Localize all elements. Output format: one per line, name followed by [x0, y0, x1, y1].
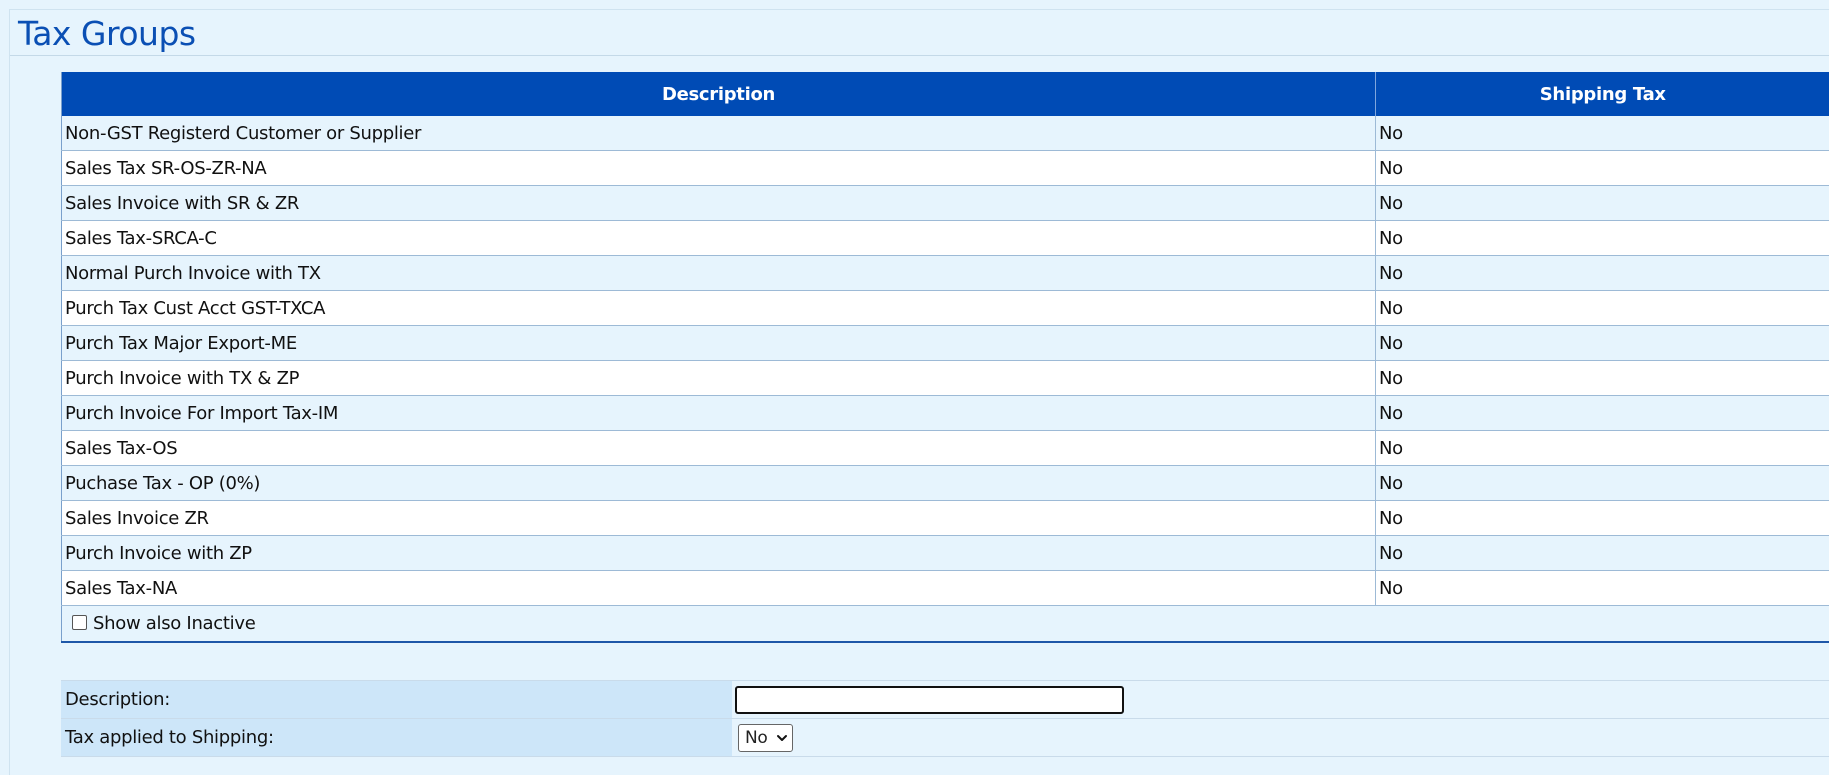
table-row[interactable]: Sales Tax SR-OS-ZR-NA No — [61, 150, 1829, 186]
row-description-cell[interactable]: Purch Tax Cust Acct GST-TXCA — [61, 290, 1376, 326]
row-description-cell[interactable]: Purch Invoice For Import Tax-IM — [61, 395, 1376, 431]
column-header-shipping-tax[interactable]: Shipping Tax — [1375, 72, 1829, 116]
row-shipping-tax-cell: No — [1375, 465, 1829, 501]
table-row[interactable]: Puchase Tax - OP (0%) No — [61, 465, 1829, 501]
table-row[interactable]: Purch Invoice For Import Tax-IM No — [61, 395, 1829, 431]
show-inactive-checkbox[interactable] — [72, 615, 87, 630]
table-row[interactable]: Sales Tax-OS No — [61, 430, 1829, 466]
row-description-cell[interactable]: Sales Tax-NA — [61, 570, 1376, 606]
table-row[interactable]: Purch Tax Cust Acct GST-TXCA No — [61, 290, 1829, 326]
table-row[interactable]: Purch Invoice with TX & ZP No — [61, 360, 1829, 396]
table-header-row: Description Shipping Tax — [61, 72, 1829, 116]
table-row[interactable]: Sales Invoice ZR No — [61, 500, 1829, 536]
table-footer-row: Show also Inactive — [61, 605, 1829, 643]
table-row[interactable]: Sales Tax-SRCA-C No — [61, 220, 1829, 256]
row-description-cell[interactable]: Puchase Tax - OP (0%) — [61, 465, 1376, 501]
row-shipping-tax-cell: No — [1375, 255, 1829, 291]
table-row[interactable]: Non-GST Registerd Customer or Supplier No — [61, 116, 1829, 151]
table-row[interactable]: Purch Tax Major Export-ME No — [61, 325, 1829, 361]
page: Tax Groups Description Shipping Tax Non-… — [0, 0, 1829, 775]
show-inactive-cell: Show also Inactive — [61, 605, 1829, 643]
row-description-cell[interactable]: Sales Tax-OS — [61, 430, 1376, 466]
row-shipping-tax-cell: No — [1375, 150, 1829, 186]
row-shipping-tax-cell: No — [1375, 570, 1829, 606]
row-shipping-tax-cell: No — [1375, 395, 1829, 431]
description-input[interactable] — [735, 685, 1124, 714]
row-shipping-tax-cell: No — [1375, 290, 1829, 326]
row-description-cell[interactable]: Sales Invoice ZR — [61, 500, 1376, 536]
row-shipping-tax-cell: No — [1375, 116, 1829, 151]
tax-groups-table: Description Shipping Tax Non-GST Registe… — [61, 72, 1829, 643]
row-description-cell[interactable]: Normal Purch Invoice with TX — [61, 255, 1376, 291]
row-shipping-tax-cell: No — [1375, 325, 1829, 361]
title-bar: Tax Groups — [9, 9, 1829, 56]
form-row-description: Description: — [61, 680, 1829, 719]
shipping-tax-field-cell: No — [732, 718, 1829, 757]
row-description-cell[interactable]: Sales Tax-SRCA-C — [61, 220, 1376, 256]
description-label: Description: — [61, 680, 732, 719]
table-row[interactable]: Normal Purch Invoice with TX No — [61, 255, 1829, 291]
row-shipping-tax-cell: No — [1375, 185, 1829, 221]
form-row-shipping: Tax applied to Shipping: No — [61, 718, 1829, 757]
shipping-tax-selected-value: No — [745, 727, 768, 748]
row-description-cell[interactable]: Non-GST Registerd Customer or Supplier — [61, 116, 1376, 151]
row-shipping-tax-cell: No — [1375, 360, 1829, 396]
row-shipping-tax-cell: No — [1375, 220, 1829, 256]
row-description-cell[interactable]: Purch Tax Major Export-ME — [61, 325, 1376, 361]
row-description-cell[interactable]: Sales Tax SR-OS-ZR-NA — [61, 150, 1376, 186]
shipping-tax-select[interactable]: No — [738, 723, 793, 752]
row-description-cell[interactable]: Purch Invoice with ZP — [61, 535, 1376, 571]
row-description-cell[interactable]: Sales Invoice with SR & ZR — [61, 185, 1376, 221]
table-row[interactable]: Sales Invoice with SR & ZR No — [61, 185, 1829, 221]
row-shipping-tax-cell: No — [1375, 500, 1829, 536]
column-header-description[interactable]: Description — [61, 72, 1376, 116]
tax-group-form: Description: Tax applied to Shipping: No — [61, 680, 1829, 757]
chevron-down-icon — [776, 734, 787, 741]
row-shipping-tax-cell: No — [1375, 535, 1829, 571]
row-shipping-tax-cell: No — [1375, 430, 1829, 466]
page-title: Tax Groups — [18, 14, 196, 53]
description-field-cell — [732, 680, 1829, 719]
show-inactive-label[interactable]: Show also Inactive — [93, 613, 256, 634]
row-description-cell[interactable]: Purch Invoice with TX & ZP — [61, 360, 1376, 396]
table-row[interactable]: Purch Invoice with ZP No — [61, 535, 1829, 571]
table-row[interactable]: Sales Tax-NA No — [61, 570, 1829, 606]
shipping-tax-label: Tax applied to Shipping: — [61, 718, 732, 757]
